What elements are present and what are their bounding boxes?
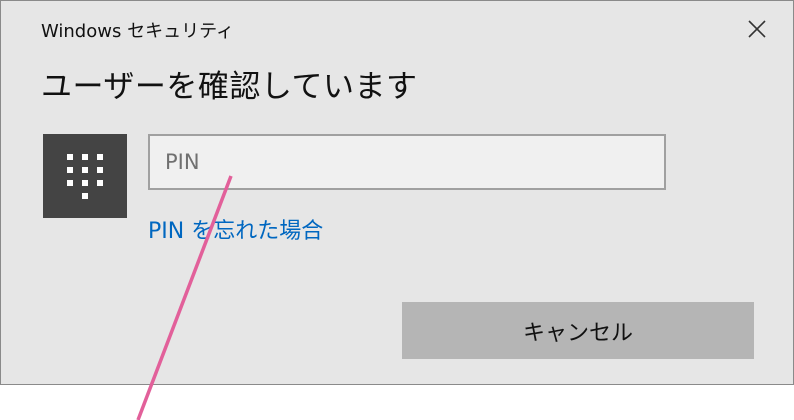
dialog-title: Windows セキュリティ [41,21,234,42]
pin-input[interactable] [148,134,666,190]
page-heading: ユーザーを確認しています [41,69,418,105]
pin-tile [43,134,127,218]
forgot-pin-link[interactable]: PIN を忘れた場合 [148,213,323,245]
keypad-icon [67,154,103,199]
cancel-button[interactable]: キャンセル [402,302,754,359]
windows-security-dialog: Windows セキュリティ ユーザーを確認しています PIN を忘れた場合 キ… [0,0,794,385]
close-button[interactable] [739,13,775,45]
close-icon [748,20,766,38]
